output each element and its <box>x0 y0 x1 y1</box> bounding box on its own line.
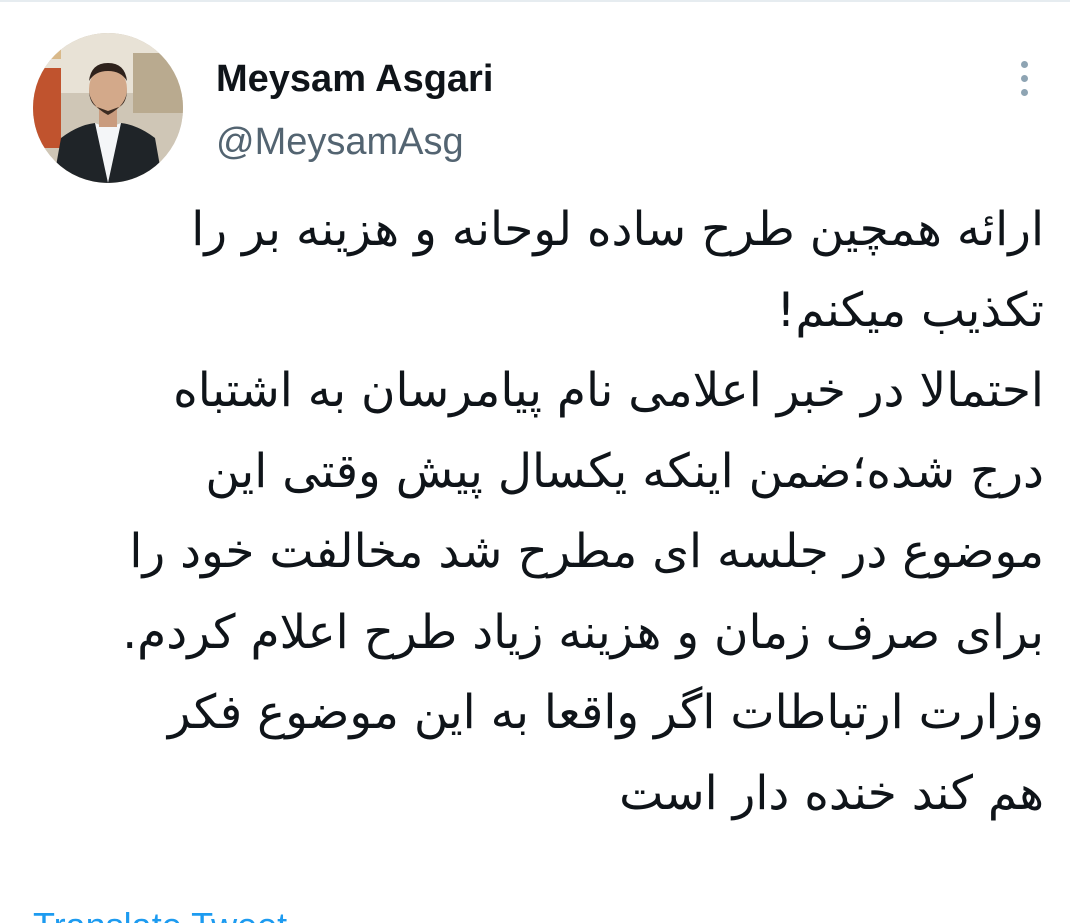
tweet-line: درج شده؛ضمن اینکه یکسال پیش وقتی این <box>205 443 1044 499</box>
tweet-line: موضوع در جلسه ای مطرح شد مخالفت خود را <box>129 524 1044 579</box>
author-display-name[interactable]: Meysam Asgari <box>216 55 493 103</box>
more-options-button[interactable] <box>1004 52 1044 104</box>
tweet-line: وزارت ارتباطات اگر واقعا به این موضوع فک… <box>167 685 1044 740</box>
tweet-line: ارائه همچین طرح ساده لوحانه و هزینه بر ر… <box>191 202 1044 257</box>
tweet-line: هم کند خنده دار است <box>619 765 1044 821</box>
more-vertical-icon-dot <box>1020 88 1028 96</box>
divider <box>0 0 1070 2</box>
more-vertical-icon <box>1020 60 1028 68</box>
tweet-line: برای صرف زمان و هزینه زیاد طرح اعلام کرد… <box>122 604 1044 660</box>
more-vertical-icon-dot <box>1020 74 1028 82</box>
tweet-line: احتمالا در خبر اعلامی نام پیامرسان به اش… <box>173 363 1044 418</box>
tweet-body: ارائه همچین طرح ساده لوحانه و هزینه بر ر… <box>44 190 1044 834</box>
avatar[interactable] <box>33 33 183 183</box>
tweet-line: تکذیب میکنم! <box>776 282 1045 338</box>
author-handle[interactable]: @MeysamAsg <box>216 118 464 166</box>
tweet-card: Meysam Asgari @MeysamAsg ارائه همچین طرح… <box>0 0 1070 923</box>
avatar-photo <box>33 33 183 183</box>
translate-tweet-link[interactable]: Translate Tweet <box>33 904 287 923</box>
